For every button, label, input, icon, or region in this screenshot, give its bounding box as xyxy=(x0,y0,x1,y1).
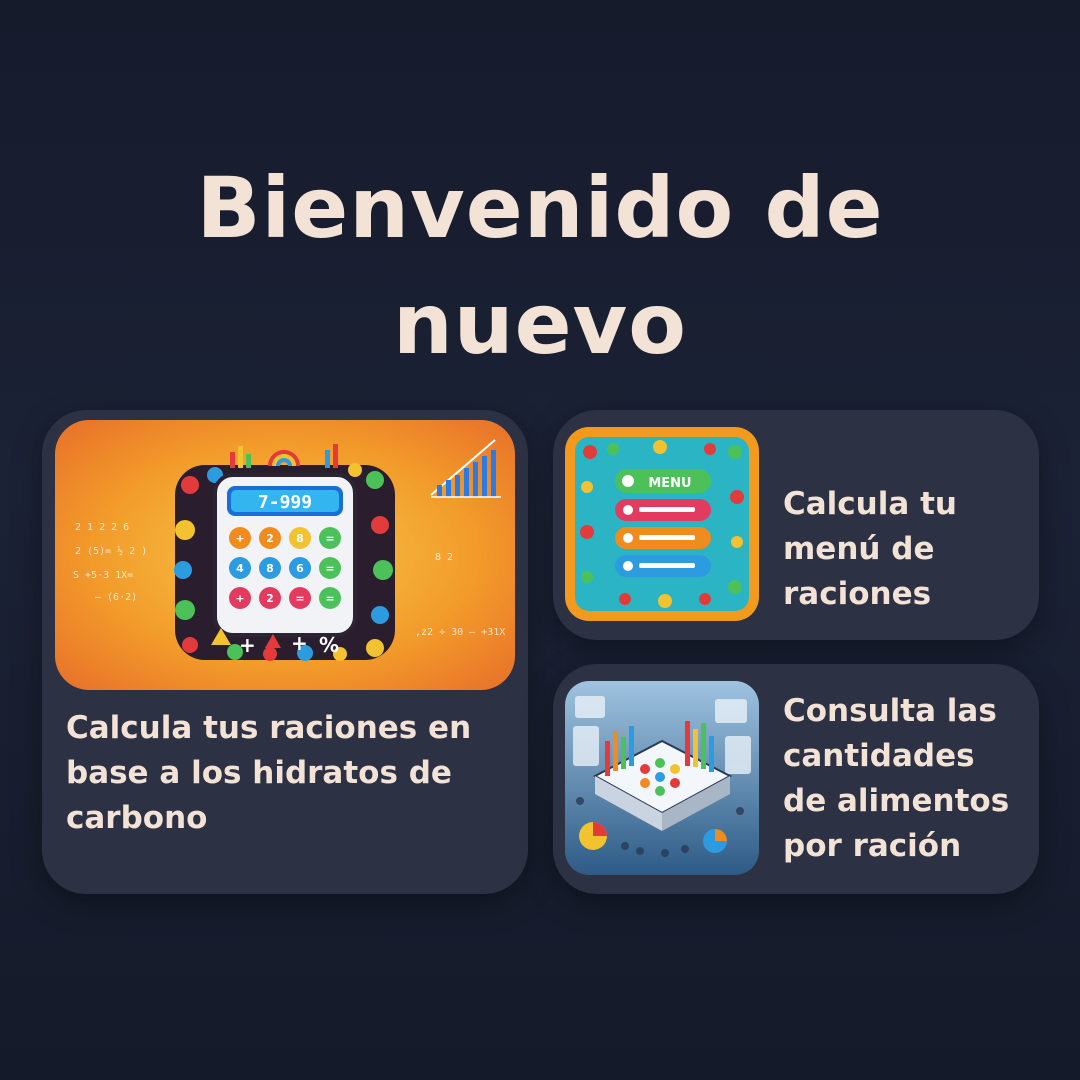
calculate-rations-label: Calcula tus raciones en base a los hidra… xyxy=(66,710,472,836)
svg-text:=: = xyxy=(325,592,334,605)
food-quantities-label-line: Consulta las xyxy=(783,693,997,729)
title-line-1: Bienvenido de xyxy=(196,159,884,257)
calculate-menu-label-line: raciones xyxy=(783,576,932,612)
food-quantities-label-line: de alimentos xyxy=(783,783,1010,819)
menu-word: MENU xyxy=(648,476,691,491)
svg-text:+: + xyxy=(291,631,308,655)
svg-text:2: 2 xyxy=(266,532,274,545)
svg-text:=: = xyxy=(325,562,334,575)
svg-text:6: 6 xyxy=(296,562,304,575)
food-menu-illustration-icon: MENU xyxy=(565,427,759,621)
svg-text:+: + xyxy=(235,532,244,545)
svg-text:8 2: 8 2 xyxy=(435,552,453,563)
calculate-menu-label-line: menú de xyxy=(783,531,935,567)
svg-text:8: 8 xyxy=(266,562,274,575)
svg-text:S +5·3 1X=: S +5·3 1X= xyxy=(73,570,133,581)
food-quantities-label-line: por ración xyxy=(783,828,962,864)
svg-text:=: = xyxy=(325,532,334,545)
title-line-2: nuevo xyxy=(392,275,688,373)
food-quantities-card[interactable]: Consulta las cantidades de alimentos por… xyxy=(553,664,1039,894)
svg-text:=: = xyxy=(295,592,304,605)
svg-text:%: % xyxy=(319,633,339,657)
calculate-rations-card[interactable]: 2 1 2 2 6 2 (5)= ½ 2 ) S +5·3 1X= — (6·2… xyxy=(42,410,528,894)
svg-text:+: + xyxy=(235,592,244,605)
calculate-menu-label: Calcula tu menú de raciones xyxy=(783,482,1023,617)
calculator-display: 7-999 xyxy=(258,492,312,513)
food-quantities-label-line: cantidades xyxy=(783,738,975,774)
svg-text:8: 8 xyxy=(296,532,304,545)
calculator-illustration-icon: 2 1 2 2 6 2 (5)= ½ 2 ) S +5·3 1X= — (6·2… xyxy=(55,420,515,690)
svg-text:4: 4 xyxy=(236,562,244,575)
page-title: Bienvenido de nuevo xyxy=(0,150,1080,382)
food-quantities-label: Consulta las cantidades de alimentos por… xyxy=(783,689,1023,869)
calculate-menu-label-line: Calcula tu xyxy=(783,486,957,522)
svg-text:— (6·2): — (6·2) xyxy=(95,592,137,603)
svg-text:,z2 ÷ 30 — +31X: ,z2 ÷ 30 — +31X xyxy=(415,627,505,638)
svg-text:+: + xyxy=(239,633,256,657)
data-charts-illustration-icon xyxy=(565,681,759,875)
svg-text:2: 2 xyxy=(266,592,274,605)
svg-text:2 (5)= ½ 2 ): 2 (5)= ½ 2 ) xyxy=(75,545,147,557)
calculate-menu-card[interactable]: MENU Calcula tu menú de raciones xyxy=(553,410,1039,640)
svg-text:2 1 2 2 6: 2 1 2 2 6 xyxy=(75,522,129,533)
